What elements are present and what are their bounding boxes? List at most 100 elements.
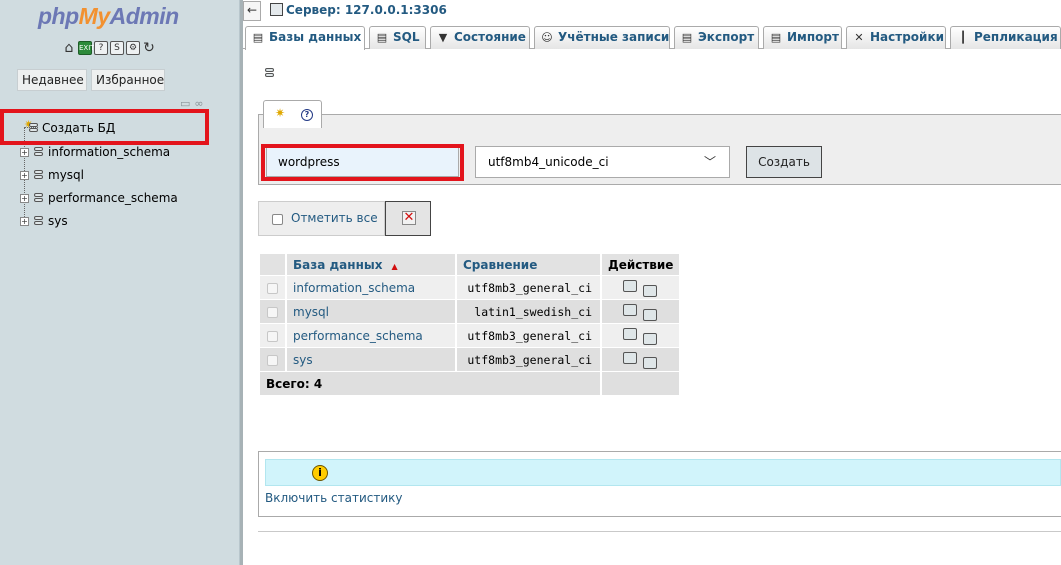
chevron-down-icon: ﹀ xyxy=(703,155,716,169)
table-row: mysql latin1_swedish_ci xyxy=(260,300,682,324)
nav-icon-bar: ⌂ EXIT ? S ⚙ ↻ xyxy=(62,41,156,55)
action-cell xyxy=(602,348,682,372)
tab-export[interactable]: ▤ Экспорт xyxy=(674,26,759,49)
collapse-nav-button[interactable]: ← xyxy=(243,1,261,21)
row-checkbox[interactable] xyxy=(267,354,278,366)
row-checkbox-cell[interactable] xyxy=(260,300,287,324)
docs-icon[interactable]: ? xyxy=(94,41,108,55)
tab-settings[interactable]: ✕ Настройки xyxy=(846,26,946,49)
tab-replication[interactable]: ┃ Репликация xyxy=(950,26,1061,49)
tab-sql[interactable]: ▤ SQL xyxy=(369,26,426,49)
main-tabs: ▤ Базы данных ▤ SQL ▼ Состояние ☺ Учётные за… xyxy=(243,24,1061,50)
check-all-checkbox[interactable] xyxy=(272,214,283,225)
replication-icon: ┃ xyxy=(959,31,967,44)
reload-icon[interactable]: ↻ xyxy=(142,41,156,55)
expand-icon[interactable]: + xyxy=(20,170,29,180)
tab-status[interactable]: ▼ Состояние xyxy=(430,26,530,49)
check-privileges-icon[interactable] xyxy=(614,328,657,345)
row-checkbox-cell[interactable] xyxy=(260,348,287,372)
database-icon xyxy=(31,145,46,159)
check-privileges-icon[interactable] xyxy=(614,280,657,297)
server-icon xyxy=(270,3,283,16)
total-count: Всего: 4 xyxy=(260,372,602,396)
tree-db-sys[interactable]: + sys xyxy=(20,211,68,231)
database-icon xyxy=(31,214,46,228)
drop-database-icon: ✕ xyxy=(402,210,416,225)
table-row: performance_schema utf8mb3_general_ci xyxy=(260,324,682,348)
tree-db-label[interactable]: information_schema xyxy=(48,145,170,159)
tree-db-label[interactable]: sys xyxy=(48,214,68,228)
expand-icon[interactable]: + xyxy=(20,147,29,157)
exit-icon[interactable]: EXIT xyxy=(78,41,95,55)
import-icon: ▤ xyxy=(770,31,782,44)
sql-docs-icon[interactable]: S xyxy=(110,41,124,55)
recent-button[interactable]: Недавнее xyxy=(17,69,87,91)
tab-label: Импорт xyxy=(787,30,839,44)
expand-icon[interactable]: + xyxy=(20,193,29,203)
create-database-button[interactable]: Создать xyxy=(746,146,822,178)
divider xyxy=(258,531,1061,532)
collation-value: utf8mb4_unicode_ci xyxy=(488,155,609,169)
tab-label: Настройки xyxy=(870,30,945,44)
status-icon: ▼ xyxy=(438,31,448,44)
sort-by-name-link[interactable]: База данных xyxy=(293,258,382,272)
databases-icon: ▤ xyxy=(252,31,264,44)
row-checkbox[interactable] xyxy=(267,282,278,294)
home-icon[interactable]: ⌂ xyxy=(62,41,76,55)
database-icon xyxy=(31,168,46,182)
sql-icon: ▤ xyxy=(376,31,388,44)
row-checkbox-cell[interactable] xyxy=(260,276,287,300)
database-name-link[interactable]: performance_schema xyxy=(287,324,457,348)
help-icon[interactable]: ? xyxy=(301,109,313,121)
row-checkbox-cell[interactable] xyxy=(260,324,287,348)
header-database-name[interactable]: База данных ▲ xyxy=(287,254,457,276)
database-collation: utf8mb3_general_ci xyxy=(457,324,602,348)
new-database-icon: ✷ xyxy=(275,106,286,120)
export-icon: ▤ xyxy=(681,31,693,44)
tab-import[interactable]: ▤ Импорт xyxy=(763,26,842,49)
check-privileges-icon[interactable] xyxy=(614,352,657,369)
header-checkbox-cell xyxy=(260,254,287,276)
tab-label: Учётные записи xyxy=(558,30,670,44)
check-all-control[interactable]: Отметить все xyxy=(258,201,385,236)
databases-page-icon xyxy=(263,67,277,80)
server-breadcrumb[interactable]: Сервер: 127.0.0.1:3306 xyxy=(270,3,447,17)
header-collation[interactable]: Сравнение xyxy=(457,254,602,276)
sort-ascending-icon: ▲ xyxy=(391,261,398,271)
row-checkbox[interactable] xyxy=(267,330,278,342)
tab-databases[interactable]: ▤ Базы данных xyxy=(245,26,365,50)
settings-icon[interactable]: ⚙ xyxy=(126,41,140,55)
expand-icon[interactable]: + xyxy=(20,216,29,226)
info-warning-icon: i xyxy=(312,465,328,481)
favorites-button[interactable]: Избранное xyxy=(91,69,165,91)
database-name-link[interactable]: sys xyxy=(287,348,457,372)
highlight-box-db-name xyxy=(261,144,464,181)
database-name-link[interactable]: information_schema xyxy=(287,276,457,300)
database-collation: latin1_swedish_ci xyxy=(457,300,602,324)
collation-select[interactable]: utf8mb4_unicode_ci ﹀ xyxy=(475,146,730,178)
table-row: sys utf8mb3_general_ci xyxy=(260,348,682,372)
tree-db-information-schema[interactable]: + information_schema xyxy=(20,142,170,162)
statistics-notice: i xyxy=(265,459,1061,486)
tree-db-performance-schema[interactable]: + performance_schema xyxy=(20,188,178,208)
database-name-link[interactable]: mysql xyxy=(287,300,457,324)
drop-selected-button[interactable]: ✕ xyxy=(385,201,431,236)
tab-user-accounts[interactable]: ☺ Учётные записи xyxy=(534,26,670,49)
server-label[interactable]: Сервер: 127.0.0.1:3306 xyxy=(286,3,447,17)
settings-icon: ✕ xyxy=(854,31,864,44)
database-collation: utf8mb3_general_ci xyxy=(457,276,602,300)
create-database-legend: ✷ ? xyxy=(263,100,322,128)
row-checkbox[interactable] xyxy=(267,306,278,318)
enable-statistics-link[interactable]: Включить статистику xyxy=(265,491,402,505)
tab-label: Экспорт xyxy=(698,30,755,44)
tree-db-label[interactable]: performance_schema xyxy=(48,191,178,205)
check-all-label[interactable]: Отметить все xyxy=(291,211,378,225)
table-footer-row: Всего: 4 xyxy=(260,372,682,396)
phpmyadmin-logo[interactable]: phpMyAdmin xyxy=(38,3,179,30)
tree-db-mysql[interactable]: + mysql xyxy=(20,165,84,185)
accounts-icon: ☺ xyxy=(541,31,553,44)
header-action: Действие xyxy=(602,254,682,276)
tree-db-label[interactable]: mysql xyxy=(48,168,84,182)
highlight-box-create-db xyxy=(0,109,209,145)
check-privileges-icon[interactable] xyxy=(614,304,657,321)
